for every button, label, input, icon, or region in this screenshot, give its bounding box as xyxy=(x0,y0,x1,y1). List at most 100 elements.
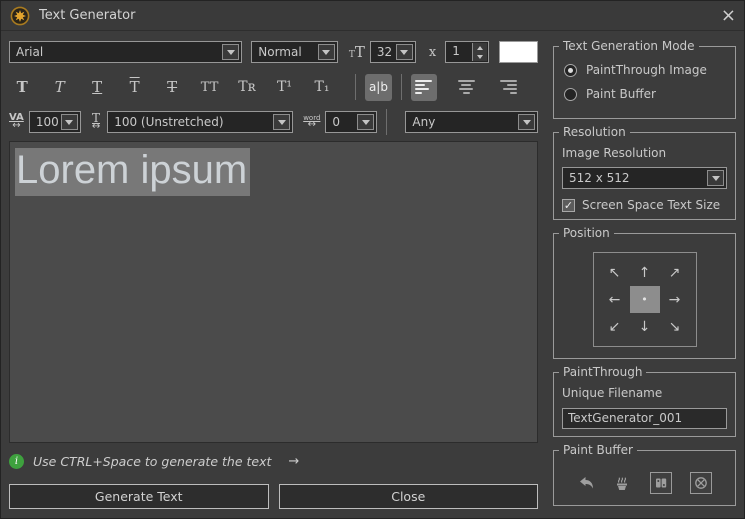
unique-filename-label: Unique Filename xyxy=(562,386,727,400)
font-family-value: Arial xyxy=(10,45,222,59)
overline-button[interactable]: T xyxy=(121,74,147,101)
position-group: Position ↖ ↑ ↗ ← • → ↙ ↓ ↘ xyxy=(553,233,736,359)
unique-filename-input[interactable] xyxy=(562,408,727,429)
image-resolution-label: Image Resolution xyxy=(562,146,727,160)
apply-buffer-icon[interactable] xyxy=(650,472,672,494)
small-caps-button[interactable]: Tʀ xyxy=(234,74,260,101)
underline-button[interactable]: T xyxy=(84,74,110,101)
position-right-button[interactable]: → xyxy=(660,286,690,313)
footer-bar: Generate Text Close xyxy=(9,484,538,509)
dropdown-arrow-icon xyxy=(318,44,335,60)
screen-space-text-size-checkbox[interactable]: ✓ Screen Space Text Size xyxy=(562,198,727,212)
settings-panel: Text Generation Mode PaintThrough Image … xyxy=(546,31,744,518)
group-title: Text Generation Mode xyxy=(559,39,699,53)
font-style-dropdown[interactable]: Normal xyxy=(251,41,338,63)
window-title: Text Generator xyxy=(39,8,135,23)
text-color-swatch[interactable] xyxy=(499,41,538,63)
radio-selected-icon xyxy=(564,64,577,77)
dropdown-arrow-icon xyxy=(273,114,290,130)
close-button[interactable]: Close xyxy=(279,484,539,509)
dropdown-arrow-icon xyxy=(396,44,413,60)
position-top-button[interactable]: ↑ xyxy=(630,259,660,286)
align-left-button[interactable] xyxy=(411,74,437,101)
resolution-group: Resolution Image Resolution 512 x 512 ✓ … xyxy=(553,132,736,220)
position-left-button[interactable]: ← xyxy=(600,286,630,313)
position-top-left-button[interactable]: ↖ xyxy=(600,259,630,286)
stepper-down-icon[interactable] xyxy=(473,52,487,61)
paintthrough-image-radio[interactable]: PaintThrough Image xyxy=(564,63,727,77)
stretch-value: 100 (Unstretched) xyxy=(108,115,273,129)
checkbox-checked-icon: ✓ xyxy=(562,199,575,212)
align-center-button[interactable] xyxy=(453,74,479,101)
text-generator-window: Text Generator × Arial Normal TT 32 xyxy=(0,0,745,519)
editor-selected-text: Lorem ipsum xyxy=(15,148,250,196)
app-icon xyxy=(10,6,30,26)
position-bottom-right-button[interactable]: ↘ xyxy=(660,313,690,340)
font-size-value: 32 xyxy=(371,45,396,59)
kerning-button[interactable]: a|b xyxy=(365,74,391,101)
group-title: Resolution xyxy=(559,125,630,139)
subscript-button[interactable]: T₁ xyxy=(309,74,335,101)
image-resolution-dropdown[interactable]: 512 x 512 xyxy=(562,167,727,189)
format-toolbar: T T T T T TT Tʀ T¹ T₁ a|b xyxy=(9,72,538,102)
word-spacing-value: 0 xyxy=(326,115,357,129)
close-icon[interactable]: × xyxy=(710,7,736,25)
align-left-icon xyxy=(415,80,432,94)
uppercase-button[interactable]: TT xyxy=(196,74,222,101)
position-bottom-left-button[interactable]: ↙ xyxy=(600,313,630,340)
align-right-icon xyxy=(500,80,517,94)
paint-buffer-group: Paint Buffer xyxy=(553,450,736,506)
font-size-dropdown[interactable]: 32 xyxy=(370,41,416,63)
stepper-up-icon[interactable] xyxy=(473,43,487,52)
toolbar-separator xyxy=(386,109,387,135)
generate-text-button[interactable]: Generate Text xyxy=(9,484,269,509)
toolbar-separator xyxy=(355,74,356,100)
paintthrough-group: PaintThrough Unique Filename xyxy=(553,372,736,437)
dropdown-arrow-icon xyxy=(222,44,239,60)
radio-icon xyxy=(564,88,577,101)
text-generation-mode-group: Text Generation Mode PaintThrough Image … xyxy=(553,46,736,119)
strikethrough-button[interactable]: T xyxy=(159,74,185,101)
word-spacing-dropdown[interactable]: 0 xyxy=(325,111,377,133)
dropdown-arrow-icon xyxy=(61,114,78,130)
align-right-button[interactable] xyxy=(496,74,522,101)
text-editor[interactable]: Lorem ipsum xyxy=(9,141,538,443)
hint-text: Use CTRL+Space to generate the text xyxy=(33,454,271,469)
font-filter-dropdown[interactable]: Any xyxy=(405,111,538,133)
font-filter-value: Any xyxy=(406,115,518,129)
italic-button[interactable]: T xyxy=(46,74,72,101)
info-icon: i xyxy=(9,454,24,469)
font-size-icon: TT xyxy=(349,45,365,60)
spacing-toolbar: VA ↔ 100 T ↔ 100 (Unstretched) word xyxy=(9,110,538,134)
position-center-button[interactable]: • xyxy=(630,286,660,313)
position-top-right-button[interactable]: ↗ xyxy=(660,259,690,286)
word-spacing-icon: word ↔ xyxy=(303,115,320,130)
group-title: Position xyxy=(559,226,614,240)
toolbar-separator xyxy=(401,74,402,100)
undo-icon[interactable] xyxy=(577,474,595,492)
bold-button[interactable]: T xyxy=(9,74,35,101)
multiplier-value: 1 xyxy=(446,42,470,62)
font-toolbar: Arial Normal TT 32 x 1 xyxy=(9,41,538,63)
image-resolution-value: 512 x 512 xyxy=(563,171,707,185)
group-title: PaintThrough xyxy=(559,365,646,379)
position-pad: ↖ ↑ ↗ ← • → ↙ ↓ ↘ xyxy=(593,252,697,347)
font-family-dropdown[interactable]: Arial xyxy=(9,41,242,63)
group-title: Paint Buffer xyxy=(559,443,637,457)
multiplier-label: x xyxy=(429,45,436,60)
hint-bar: i Use CTRL+Space to generate the text → xyxy=(9,447,538,475)
letter-spacing-dropdown[interactable]: 100 xyxy=(29,111,81,133)
bake-icon[interactable] xyxy=(613,474,631,492)
dropdown-arrow-icon xyxy=(707,170,724,186)
dropdown-arrow-icon xyxy=(357,114,374,130)
superscript-button[interactable]: T¹ xyxy=(271,74,297,101)
multiplier-stepper[interactable]: 1 xyxy=(445,41,488,63)
stretch-icon: T ↔ xyxy=(92,112,100,132)
right-arrow-icon: → xyxy=(288,454,299,469)
editor-panel: Arial Normal TT 32 x 1 xyxy=(1,31,546,518)
paint-buffer-radio[interactable]: Paint Buffer xyxy=(564,87,727,101)
clear-buffer-icon[interactable] xyxy=(690,472,712,494)
dropdown-arrow-icon xyxy=(518,114,535,130)
stretch-dropdown[interactable]: 100 (Unstretched) xyxy=(107,111,293,133)
position-bottom-button[interactable]: ↓ xyxy=(630,313,660,340)
